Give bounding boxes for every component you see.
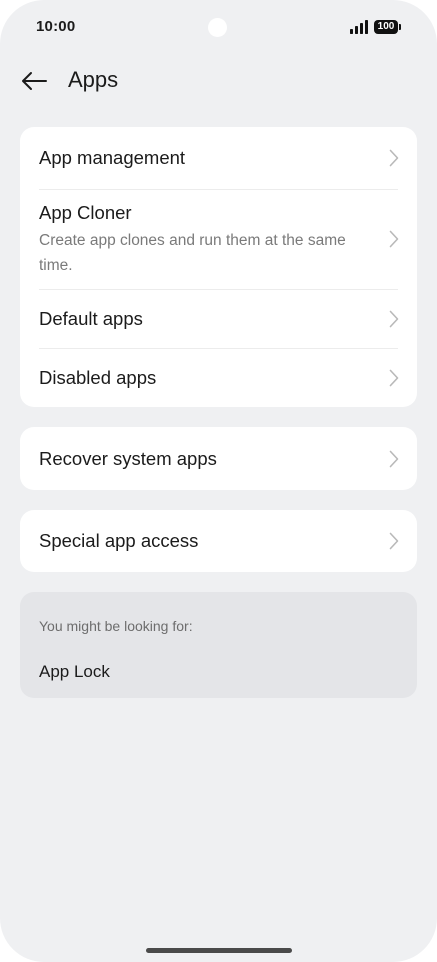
list-item-title: Recover system apps	[39, 447, 217, 469]
chevron-right-icon	[389, 230, 399, 248]
list-item-app-management[interactable]: App management	[20, 127, 417, 189]
list-item-title: Default apps	[39, 307, 143, 329]
battery-level: 100	[377, 21, 395, 32]
chevron-right-icon	[389, 369, 399, 386]
suggestion-app-lock[interactable]: App Lock	[39, 662, 110, 682]
status-bar: 10:00 100	[0, 0, 437, 54]
battery-icon: 100	[374, 20, 401, 34]
special-access-group: Special app access	[20, 510, 417, 572]
list-item-title: App Cloner	[39, 201, 132, 223]
list-item-recover-system-apps[interactable]: Recover system apps	[20, 427, 417, 490]
home-indicator[interactable]	[146, 948, 292, 953]
list-item-special-app-access[interactable]: Special app access	[20, 510, 417, 572]
status-time: 10:00	[36, 18, 76, 35]
back-button[interactable]	[16, 64, 52, 98]
list-item-subtitle: Create app clones and run them at the sa…	[39, 231, 346, 274]
chevron-right-icon	[389, 149, 399, 167]
list-item-title: Special app access	[39, 530, 199, 551]
signal-icon	[350, 20, 368, 34]
page-title: Apps	[68, 67, 119, 92]
header: Apps	[0, 54, 437, 114]
suggestions-card: You might be looking for: App Lock	[20, 592, 417, 698]
list-item-app-cloner[interactable]: App Cloner Create app clones and run the…	[20, 189, 417, 289]
list-item-title: Disabled apps	[39, 366, 157, 388]
apps-settings-group: App management App Cloner Create app clo…	[20, 127, 417, 407]
chevron-right-icon	[389, 310, 399, 327]
list-item-title: App management	[39, 147, 186, 168]
list-item-default-apps[interactable]: Default apps	[20, 289, 417, 348]
suggestions-label: You might be looking for:	[39, 618, 193, 634]
back-arrow-icon	[22, 72, 47, 90]
phone-screen: 10:00 100 Apps App management App Cloner…	[0, 0, 437, 962]
chevron-right-icon	[389, 532, 399, 550]
chevron-right-icon	[389, 450, 399, 467]
recover-group: Recover system apps	[20, 427, 417, 490]
front-camera	[208, 18, 227, 37]
list-item-disabled-apps[interactable]: Disabled apps	[20, 348, 417, 407]
